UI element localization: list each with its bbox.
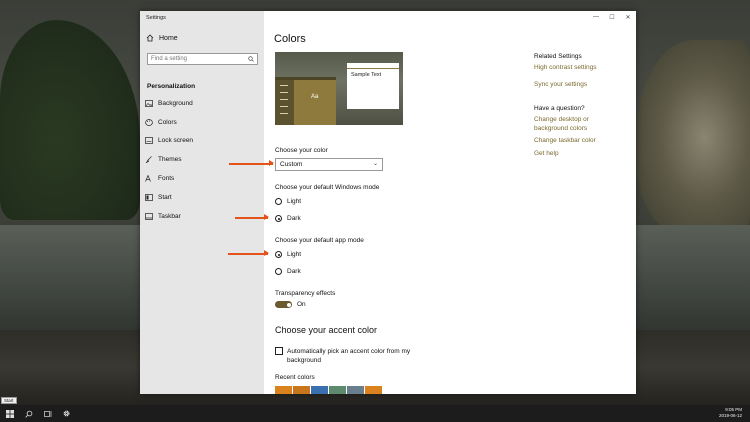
annotation-arrow [229,160,274,166]
radio-button[interactable] [275,268,282,275]
radio-label: Light [287,251,302,258]
color-swatch[interactable] [329,386,346,394]
radio-label: Dark [287,268,301,275]
get-help-link[interactable]: Get help [534,150,634,159]
sidebar-item-label: Lock screen [158,137,194,145]
sidebar-item-label: Themes [158,156,182,164]
windows-mode-dark-radio[interactable]: Dark [275,215,301,222]
windows-mode-light-radio[interactable]: Light [275,198,301,205]
sidebar-item-themes[interactable]: Themes [145,150,263,169]
windows-start-icon[interactable] [0,405,19,422]
annotation-arrow [228,250,269,256]
transparency-toggle-row[interactable]: On [275,301,306,308]
sidebar-item-start[interactable]: Start [145,188,263,207]
app-mode-light-radio[interactable]: Light [275,251,301,258]
choose-color-label: Choose your color [275,147,328,154]
brush-icon [145,156,153,164]
radio-button[interactable] [275,198,282,205]
transparency-label: Transparency effects [275,290,336,297]
section-personalization: Personalization [147,83,196,90]
app-mode-label: Choose your default app mode [275,237,364,244]
sidebar-item-label: Colors [158,118,177,126]
preview-window: Sample Text [347,63,399,109]
sidebar-item-lock-screen[interactable]: Lock screen [145,132,263,151]
home-icon [146,34,154,42]
clock-date: 2019-06-12 [718,413,742,418]
sync-settings-link[interactable]: Sync your settings [534,81,634,90]
toggle-state: On [297,301,306,308]
color-swatch[interactable] [311,386,328,394]
related-heading: Related Settings [534,53,582,60]
annotation-arrow [235,214,269,220]
image-icon [145,100,153,107]
sidebar-item-label: Taskbar [158,212,181,220]
palette-icon [145,118,153,126]
choose-color-dropdown[interactable]: Custom ⌄ [275,158,383,171]
home-nav[interactable]: Home [146,34,178,42]
color-preview: Aa Sample Text [275,52,403,125]
taskbar-clock[interactable]: 9:05 PM 2019-06-12 [719,407,742,419]
start-icon [145,194,153,201]
radio-button-selected[interactable] [275,215,282,222]
preview-aa: Aa [311,94,319,100]
choose-color-value: Custom [280,161,303,168]
font-icon [145,174,153,182]
taskbar-icon [145,212,153,220]
accent-color-heading: Choose your accent color [275,325,378,335]
search-icon[interactable] [19,405,38,422]
wallpaper-cliff-right [636,40,750,235]
transparency-toggle[interactable] [275,301,292,308]
sidebar: Settings Home Find a setting Personaliza… [140,11,264,394]
color-swatch[interactable] [347,386,364,394]
auto-accent-label: Automatically pick an accent color from … [287,348,411,364]
sidebar-item-label: Start [158,193,172,201]
taskbar: 9:05 PM 2019-06-12 [0,405,750,422]
search-placeholder: Find a setting [151,56,188,62]
home-label: Home [159,34,178,42]
windows-mode-label: Choose your default Windows mode [275,184,380,191]
change-taskbar-color-link[interactable]: Change taskbar color [534,137,634,146]
high-contrast-link[interactable]: High contrast settings [534,64,634,73]
sidebar-item-colors[interactable]: Colors [145,113,263,132]
search-icon[interactable] [248,56,254,62]
radio-button-selected[interactable] [275,251,282,258]
related-settings: Related Settings High contrast settings … [534,53,634,158]
lock-screen-icon [145,137,153,145]
radio-label: Dark [287,215,301,222]
settings-gear-icon[interactable] [57,405,76,422]
radio-label: Light [287,198,302,205]
sidebar-item-background[interactable]: Background [145,94,263,113]
main-content: Colors Aa Sample Text Choose your color … [264,11,636,394]
search-input[interactable]: Find a setting [147,53,258,65]
color-swatch[interactable] [293,386,310,394]
page-title: Colors [274,33,306,45]
recent-colors-label: Recent colors [275,374,315,381]
sidebar-item-label: Background [158,99,193,107]
sidebar-item-fonts[interactable]: Fonts [145,169,263,188]
auto-accent-checkbox[interactable] [275,347,283,355]
preview-taskbar [275,77,336,80]
chevron-down-icon: ⌄ [372,161,378,167]
recent-colors-swatches [275,386,383,394]
preview-sample-text: Sample Text [351,72,382,78]
app-mode-dark-radio[interactable]: Dark [275,268,301,275]
start-tooltip: Start [1,397,17,404]
sidebar-nav: Background Colors Lock screen Themes Fon… [145,94,263,226]
sidebar-item-label: Fonts [158,175,175,183]
question-heading: Have a question? [534,105,585,112]
auto-accent-checkbox-row[interactable]: Automatically pick an accent color from … [275,347,435,365]
wallpaper-cliff-left [0,20,140,220]
color-swatch[interactable] [365,386,382,394]
color-swatch[interactable] [275,386,292,394]
settings-window: Settings Home Find a setting Personaliza… [140,11,636,394]
change-desktop-colors-link[interactable]: Change desktop or background colors [534,116,604,133]
preview-tile [294,77,336,125]
window-title: Settings [146,15,166,21]
task-view-icon[interactable] [38,405,57,422]
